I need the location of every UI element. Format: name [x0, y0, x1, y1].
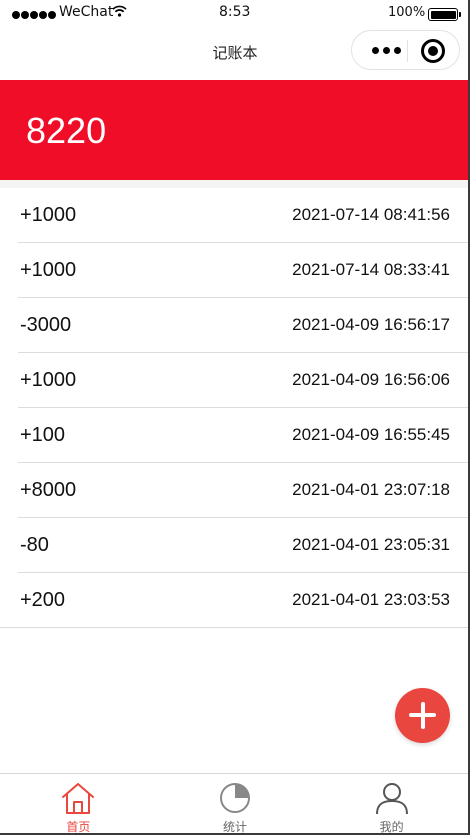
record-time: 2021-07-14 08:33:41	[292, 260, 450, 279]
record-time: 2021-04-09 16:56:17	[292, 315, 450, 334]
mini-program-capsule	[351, 30, 460, 70]
add-record-button[interactable]	[395, 688, 450, 743]
carrier-name: WeChat	[59, 4, 114, 20]
wifi-icon	[112, 5, 127, 17]
close-mini-program-icon[interactable]	[421, 39, 445, 63]
status-clock: 8:53	[219, 4, 251, 20]
user-icon	[375, 783, 408, 815]
signal-strength-icon	[12, 11, 56, 19]
record-amount: +100	[20, 424, 66, 446]
tab-label: 我的	[379, 820, 404, 834]
record-time: 2021-04-09 16:56:06	[292, 370, 450, 389]
record-row[interactable]: +100 2021-04-09 16:55:45	[18, 408, 468, 463]
tab-profile[interactable]: 我的	[313, 774, 468, 834]
tab-label: 首页	[66, 820, 91, 834]
record-row[interactable]: +1000 2021-04-09 16:56:06	[18, 353, 468, 408]
record-amount: +1000	[20, 369, 77, 391]
record-row[interactable]: +1000 2021-07-14 08:33:41	[18, 243, 468, 298]
record-row[interactable]: -80 2021-04-01 23:05:31	[18, 518, 468, 573]
tab-label: 统计	[223, 820, 248, 834]
balance-total: 8220	[26, 110, 107, 151]
record-time: 2021-04-09 16:55:45	[292, 425, 450, 444]
phone-screen: WeChat 8:53 100% 记账本 8220 +1000 2021-07-…	[0, 0, 470, 835]
tab-home[interactable]: 首页	[0, 774, 157, 834]
record-list: +1000 2021-07-14 08:41:56 +1000 2021-07-…	[0, 188, 468, 628]
record-time: 2021-07-14 08:41:56	[292, 205, 450, 224]
record-amount: -3000	[20, 314, 72, 336]
pie-chart-icon	[220, 783, 250, 813]
record-row[interactable]: +1000 2021-07-14 08:41:56	[18, 188, 468, 243]
record-amount: +1000	[20, 259, 77, 281]
capsule-divider	[407, 40, 408, 62]
record-amount: +1000	[20, 204, 77, 226]
tab-bar: 首页 统计 我的	[0, 773, 468, 834]
battery-percentage: 100%	[388, 5, 426, 20]
balance-header: 8220	[0, 80, 468, 180]
record-time: 2021-04-01 23:07:18	[292, 480, 450, 499]
record-amount: -80	[20, 534, 49, 556]
record-row[interactable]: +8000 2021-04-01 23:07:18	[18, 463, 468, 518]
status-bar: WeChat 8:53 100%	[0, 0, 468, 28]
record-amount: +200	[20, 589, 66, 611]
home-icon	[62, 783, 95, 814]
record-time: 2021-04-01 23:03:53	[292, 590, 450, 609]
header-divider	[0, 180, 468, 188]
more-options-icon[interactable]	[366, 40, 406, 60]
navigation-bar: 记账本	[0, 28, 468, 80]
record-row[interactable]: +200 2021-04-01 23:03:53	[0, 573, 468, 628]
record-time: 2021-04-01 23:05:31	[292, 535, 450, 554]
record-row[interactable]: -3000 2021-04-09 16:56:17	[18, 298, 468, 353]
tab-statistics[interactable]: 统计	[157, 774, 314, 834]
battery-icon	[428, 8, 461, 21]
record-amount: +8000	[20, 479, 77, 501]
